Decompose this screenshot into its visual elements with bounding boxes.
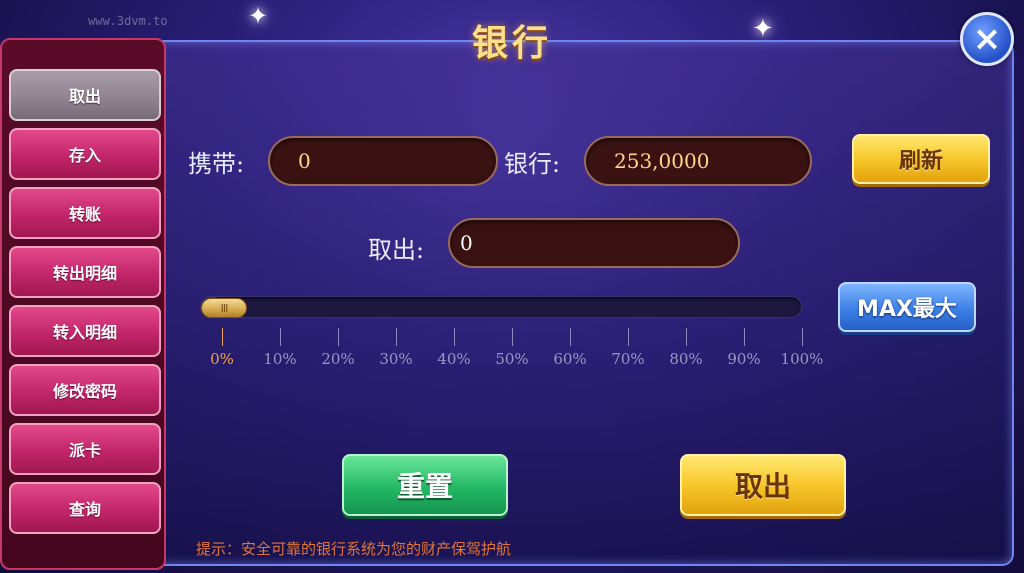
sidebar-item-query[interactable]: 查询 [9,482,161,534]
slider-tick [396,328,397,346]
slider-tick [280,328,281,346]
bank-balance-value: 253,0000 [614,149,710,173]
sidebar-item-label: 取出 [68,87,101,106]
sidebar-item-transfer[interactable]: 转账 [9,187,161,239]
sidebar-item-deposit[interactable]: 存入 [9,128,161,180]
grip-icon: III [220,301,229,315]
withdraw-amount-input[interactable]: 0 [448,218,740,268]
close-icon: × [972,19,1002,59]
sidebar-item-label: 转账 [68,205,101,224]
carry-field: 0 [268,136,498,186]
sidebar-item-withdraw[interactable]: 取出 [9,69,161,121]
sidebar-item-label: 转入明细 [52,323,117,342]
slider-tick-label: 60% [553,350,587,368]
max-button[interactable]: MAX最大 [838,282,976,332]
slider-tick-label: 70% [611,350,645,368]
sidebar-item-label: 查询 [68,500,101,519]
slider-tick-label: 50% [495,350,529,368]
withdraw-amount-label: 取出: [368,236,425,264]
withdraw-amount-value: 0 [460,231,473,255]
amount-slider[interactable]: III [200,296,802,318]
sidebar-item-label: 修改密码 [52,382,117,401]
slider-tick [744,328,745,346]
slider-tick-label: 20% [321,350,355,368]
sidebar-item-label: 存入 [68,146,101,165]
sidebar-item-label: 转出明细 [52,264,117,283]
carry-value: 0 [298,149,311,173]
slider-tick [570,328,571,346]
slider-tick [512,328,513,346]
slider-tick-label: 10% [263,350,297,368]
slider-tick-label: 0% [210,350,234,368]
slider-tick [628,328,629,346]
slider-tick [338,328,339,346]
hint-text: 提示：安全可靠的银行系统为您的财产保驾护航 [196,540,512,558]
withdraw-button[interactable]: 取出 [680,454,846,516]
reset-label: 重置 [396,470,453,503]
slider-thumb[interactable]: III [201,298,247,318]
reset-button[interactable]: 重置 [342,454,508,516]
slider-tick-label: 40% [437,350,471,368]
slider-tick-label: 30% [379,350,413,368]
refresh-button[interactable]: 刷新 [852,134,990,184]
slider-tick-label: 90% [727,350,761,368]
slider-tick [454,328,455,346]
sidebar-item-transfer-out-details[interactable]: 转出明细 [9,246,161,298]
withdraw-label: 取出 [734,470,791,503]
max-label: MAX最大 [857,297,957,322]
carry-label: 携带: [188,150,245,178]
slider-tick [686,328,687,346]
refresh-label: 刷新 [898,149,943,174]
sidebar: 取出 存入 转账 转出明细 转入明细 修改密码 派卡 查询 [0,38,166,570]
sidebar-item-change-password[interactable]: 修改密码 [9,364,161,416]
slider-tick-label: 80% [669,350,703,368]
close-button[interactable]: × [960,12,1014,66]
slider-tick-label: 100% [780,350,824,368]
sidebar-item-transfer-in-details[interactable]: 转入明细 [9,305,161,357]
bank-balance-field: 253,0000 [584,136,812,186]
slider-tick [222,328,223,346]
sidebar-item-issue-card[interactable]: 派卡 [9,423,161,475]
sidebar-item-label: 派卡 [68,441,101,460]
slider-tick [802,328,803,346]
bank-label: 银行: [504,150,561,178]
